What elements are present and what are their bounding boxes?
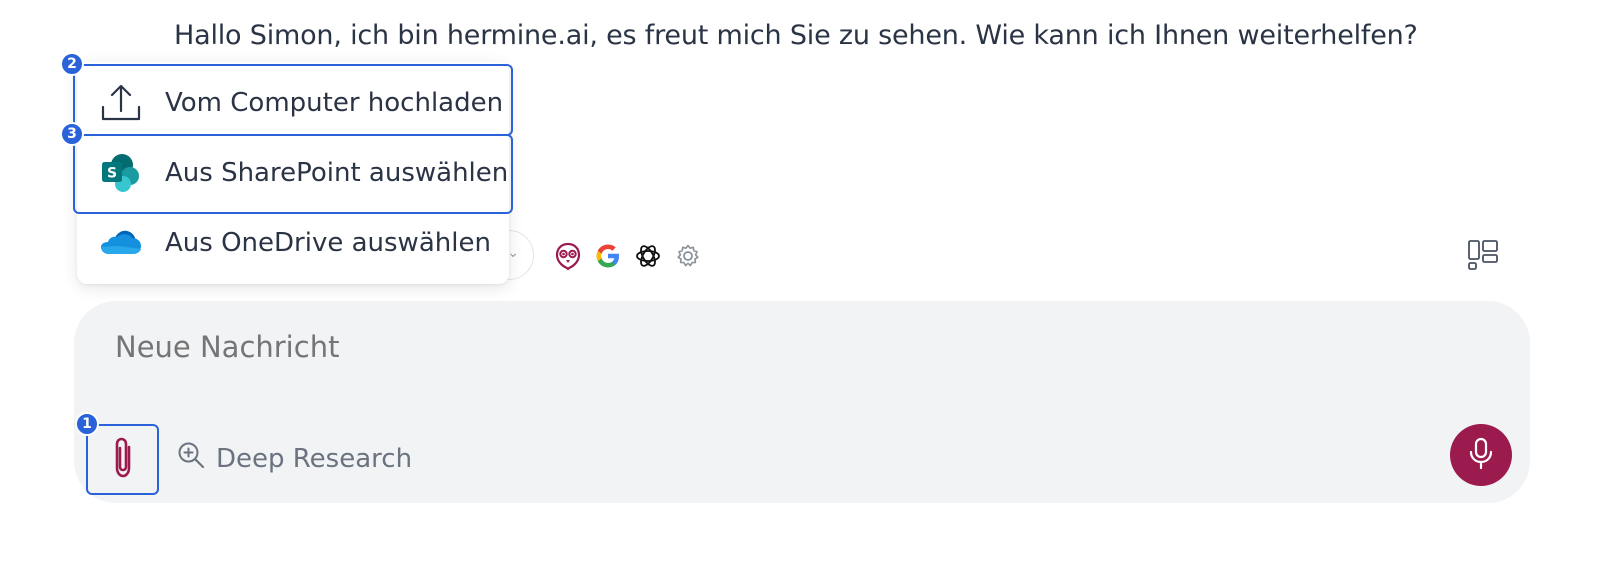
google-icon[interactable] [592, 240, 624, 272]
openai-icon[interactable] [632, 240, 664, 272]
model-icon-row [552, 240, 704, 272]
chevron-down-icon: ⌄ [507, 245, 519, 261]
layout-toggle-icon[interactable] [1466, 238, 1500, 272]
deep-research-toggle[interactable]: Deep Research [176, 440, 412, 477]
menu-item-sharepoint[interactable]: S Aus SharePoint auswählen [77, 138, 509, 208]
menu-item-label: Vom Computer hochladen [165, 88, 504, 118]
annotation-badge-2: 2 [60, 52, 84, 76]
annotation-badge-3: 3 [60, 122, 84, 146]
menu-item-onedrive[interactable]: Aus OneDrive auswählen [77, 208, 509, 278]
menu-item-label: Aus OneDrive auswählen [165, 228, 491, 258]
message-input[interactable] [115, 330, 1415, 364]
paperclip-icon [108, 435, 138, 484]
menu-item-label: Aus SharePoint auswählen [165, 158, 509, 188]
microphone-button[interactable] [1450, 424, 1512, 486]
microphone-icon [1468, 437, 1494, 474]
upload-icon [99, 81, 143, 125]
hermine-owl-icon[interactable] [552, 240, 584, 272]
menu-item-upload-computer[interactable]: Vom Computer hochladen [77, 68, 509, 138]
deep-research-label: Deep Research [216, 443, 413, 474]
annotation-badge-1: 1 [75, 412, 99, 436]
onedrive-icon [99, 221, 143, 265]
greeting-message: Hallo Simon, ich bin hermine.ai, es freu… [174, 20, 1418, 51]
svg-text:S: S [107, 166, 117, 182]
zoom-search-icon [176, 440, 206, 477]
settings-gear-icon[interactable] [672, 240, 704, 272]
attach-button[interactable] [86, 424, 159, 495]
sharepoint-icon: S [99, 151, 143, 195]
